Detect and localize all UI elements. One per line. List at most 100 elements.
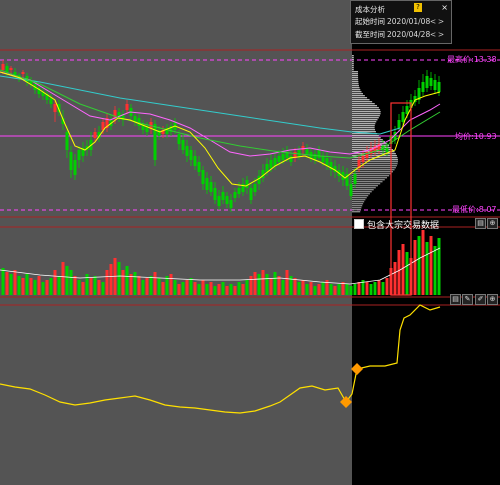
help-icon[interactable]: ? [414,3,422,12]
volume-bar [77,280,81,295]
volume-bar [345,284,349,295]
start-time-row: 起始时间 2020/01/08 < > [355,16,447,27]
volume-bar [425,242,429,295]
candle-body [237,188,241,194]
start-time-label: 起始时间 [355,17,385,26]
candle-body [429,78,433,86]
chip-bar [352,109,381,111]
close-icon[interactable]: × [441,3,448,12]
candle-body [289,156,293,162]
volume-bar [213,286,217,295]
volume-bar [21,278,25,295]
volume-bar [13,270,17,295]
candle-body [9,68,13,70]
volume-bar [57,276,61,295]
candle-body [385,148,389,152]
volume-bar [17,276,21,295]
volume-bar [89,278,93,295]
chip-bar [352,103,375,105]
candle-body [53,104,57,112]
candle-body [433,80,437,90]
volume-bar [173,280,177,295]
volume-bar [413,240,417,295]
volume-bar [193,282,197,295]
start-prev-button[interactable]: < [429,17,437,26]
candle-body [177,134,181,144]
chip-bar [352,71,359,73]
zoom-icon[interactable]: ⊕ [487,294,498,305]
candle-body [361,156,365,162]
volume-bar [337,284,341,295]
end-prev-button[interactable]: < [429,30,437,39]
volume-bar [357,282,361,295]
candle-body [317,150,321,158]
volume-bar [277,276,281,295]
candle-body [229,200,233,208]
volume-bar [269,278,273,295]
volume-bar [273,272,277,295]
end-next-button[interactable]: > [437,30,445,39]
volume-bar [293,278,297,295]
zoom-icon[interactable]: ⊕ [487,218,498,229]
candle-body [437,82,441,92]
menu-icon[interactable]: ▤ [475,218,486,229]
volume-bar [229,284,233,295]
chip-bar [352,193,370,195]
volume-bar [169,274,173,295]
volume-bar [133,272,137,295]
chip-bar [352,67,354,69]
edit-icon[interactable]: ✐ [475,294,486,305]
low-price-label: 最低价:8.07 [452,204,497,214]
dialog-title: 成本分析 [355,5,385,14]
candle-body [425,76,429,88]
volume-bar [61,262,65,295]
volume-bar [137,276,141,295]
high-price-label: 最高价:13.38 [447,54,497,64]
volume-bar [161,282,165,295]
stock-chart-canvas: 最高价:13.38 均价:10.93 最低价:8.07 [0,0,500,485]
end-time-value[interactable]: 2020/04/28 [387,30,430,39]
chip-bar [352,73,359,75]
volume-bar [81,282,85,295]
chip-bar [352,189,374,191]
candle-body [269,160,273,168]
volume-bar [217,284,221,295]
include-block-trade-option[interactable]: 包含大宗交易数据 [354,218,439,231]
candle-body [273,158,277,166]
volume-bar [417,236,421,295]
volume-bar [349,286,353,295]
volume-bar [53,270,57,295]
volume-bar [397,250,401,295]
include-block-trade-checkbox[interactable] [354,219,364,229]
start-time-value[interactable]: 2020/01/08 [387,17,430,26]
avg-price-label: 均价:10.93 [455,131,497,141]
chip-bar [352,175,390,177]
edit-icon[interactable]: ✎ [462,294,473,305]
volume-bar [297,282,301,295]
volume-bar [29,278,33,295]
volume-bar [333,286,337,295]
end-time-row: 截至时间 2020/04/28 < > [355,29,447,40]
candle-body [249,188,253,200]
candle-body [297,150,301,156]
menu-icon[interactable]: ▤ [450,294,461,305]
volume-bar [401,244,405,295]
chip-bar [352,173,392,175]
chip-bar [352,99,370,101]
volume-bar [37,276,41,295]
chip-bar [352,201,365,203]
volume-bar [301,280,305,295]
chip-bar [352,77,359,79]
chip-bar [352,63,354,65]
volume-bar [241,284,245,295]
volume-bar [93,276,97,295]
volume-bar [45,280,49,295]
volume-bar [329,284,333,295]
volume-bar [73,276,77,295]
start-next-button[interactable]: > [437,17,445,26]
candle-body [189,150,193,160]
volume-bar [365,282,369,295]
volume-bar [221,282,225,295]
volume-bar [405,252,409,295]
chip-bar [352,135,379,137]
